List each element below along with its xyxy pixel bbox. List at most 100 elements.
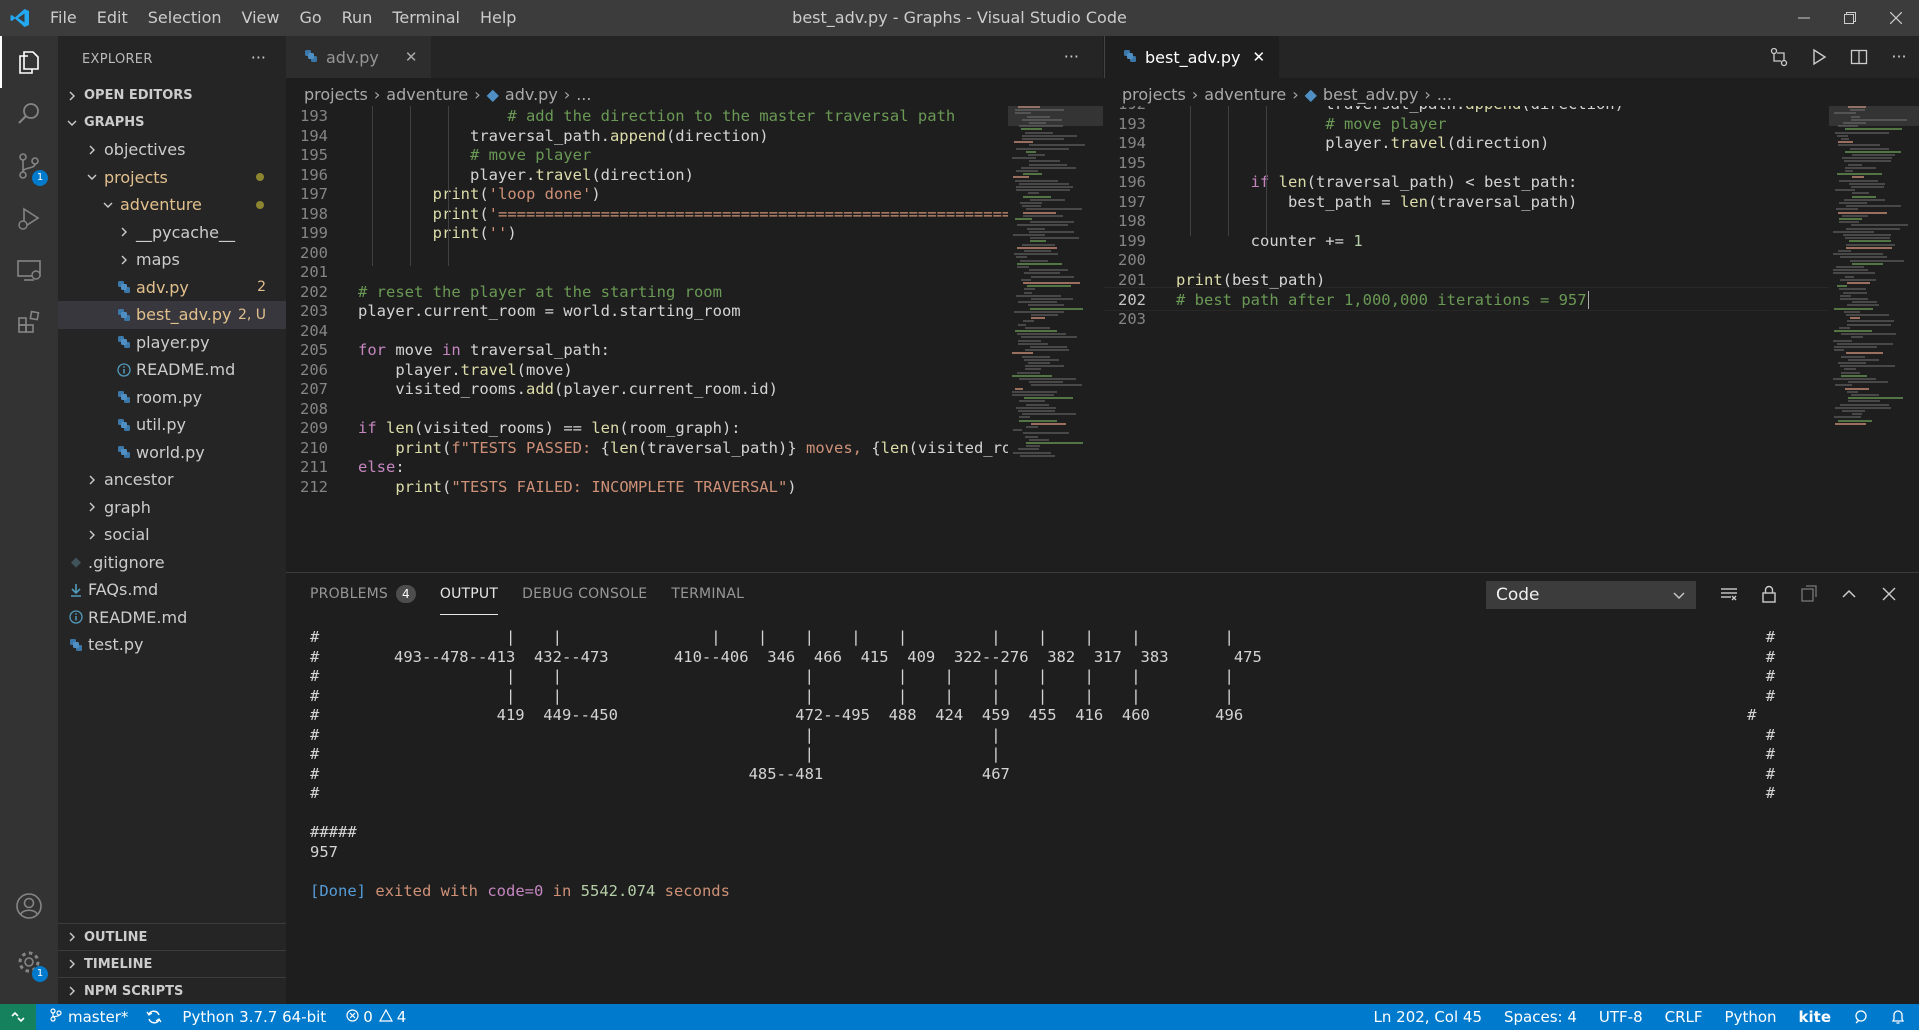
python-interpreter[interactable]: Python 3.7.7 64-bit bbox=[182, 1008, 326, 1026]
panel-tab-output[interactable]: OUTPUT bbox=[439, 573, 499, 615]
left-minimap[interactable] bbox=[1008, 106, 1103, 572]
menu-terminal[interactable]: Terminal bbox=[382, 0, 470, 36]
folder-item[interactable]: adventure bbox=[58, 191, 286, 219]
minimap-slider[interactable] bbox=[1008, 106, 1103, 126]
search-icon[interactable] bbox=[0, 88, 58, 140]
timeline-section[interactable]: TIMELINE bbox=[58, 950, 286, 977]
extensions-icon[interactable] bbox=[0, 296, 58, 348]
menu-run[interactable]: Run bbox=[332, 0, 383, 36]
line-ending[interactable]: CRLF bbox=[1665, 1008, 1703, 1026]
tab-adv-py[interactable]: adv.py ✕ bbox=[286, 36, 433, 78]
minimap-line bbox=[1017, 371, 1040, 374]
tab-best-adv-py[interactable]: best_adv.py ✕ bbox=[1105, 36, 1281, 78]
minimap-line bbox=[1016, 186, 1073, 188]
language-mode[interactable]: Python bbox=[1725, 1008, 1777, 1026]
sync-icon[interactable] bbox=[146, 1009, 162, 1025]
minimap-line bbox=[1841, 355, 1865, 358]
file-item[interactable]: test.py bbox=[58, 631, 286, 659]
file-item[interactable]: best_adv.py 2, U bbox=[58, 301, 286, 329]
menu-go[interactable]: Go bbox=[289, 0, 331, 36]
close-icon[interactable]: ✕ bbox=[1253, 48, 1266, 66]
close-panel-icon[interactable] bbox=[1869, 587, 1909, 601]
open-log-icon[interactable] bbox=[1789, 585, 1829, 603]
branch-indicator[interactable]: master* bbox=[50, 1008, 128, 1026]
split-editor-icon[interactable] bbox=[1839, 36, 1879, 78]
kite-status[interactable]: kite bbox=[1799, 1008, 1831, 1026]
more-actions-icon[interactable]: ··· bbox=[1064, 36, 1079, 78]
panel-tab-terminal[interactable]: TERMINAL bbox=[671, 573, 744, 615]
manage-gear-icon[interactable]: 1 bbox=[0, 936, 58, 988]
folder-item[interactable]: projects bbox=[58, 164, 286, 192]
remote-explorer-icon[interactable] bbox=[0, 244, 58, 296]
breadcrumb-item[interactable]: projects bbox=[304, 85, 368, 104]
file-item[interactable]: README.md bbox=[58, 604, 286, 632]
file-item[interactable]: ◆ .gitignore bbox=[58, 549, 286, 577]
folder-item[interactable]: ancestor bbox=[58, 466, 286, 494]
file-item[interactable]: util.py bbox=[58, 411, 286, 439]
notifications-bell-icon[interactable] bbox=[1891, 1009, 1905, 1025]
breadcrumb-item[interactable]: best_adv.py bbox=[1323, 85, 1419, 104]
file-item[interactable]: room.py bbox=[58, 384, 286, 412]
graphs-root-section[interactable]: GRAPHS bbox=[58, 109, 286, 136]
run-file-icon[interactable] bbox=[1799, 36, 1839, 78]
explorer-icon[interactable] bbox=[0, 36, 58, 88]
maximize-panel-icon[interactable] bbox=[1829, 586, 1869, 602]
folder-item[interactable]: maps bbox=[58, 246, 286, 274]
breadcrumb-item[interactable]: adv.py bbox=[505, 85, 558, 104]
problems-indicator[interactable]: 0 4 bbox=[346, 1008, 406, 1026]
open-editors-section[interactable]: OPEN EDITORS bbox=[58, 82, 286, 109]
compare-changes-icon[interactable] bbox=[1759, 36, 1799, 78]
indentation[interactable]: Spaces: 4 bbox=[1504, 1008, 1577, 1026]
encoding[interactable]: UTF-8 bbox=[1599, 1008, 1643, 1026]
cursor-position[interactable]: Ln 202, Col 45 bbox=[1374, 1008, 1482, 1026]
right-minimap[interactable] bbox=[1829, 106, 1919, 572]
file-item[interactable]: world.py bbox=[58, 439, 286, 467]
file-item[interactable]: adv.py 2 bbox=[58, 274, 286, 302]
close-window-button[interactable] bbox=[1873, 0, 1919, 36]
source-control-icon[interactable]: 1 bbox=[0, 140, 58, 192]
restore-button[interactable] bbox=[1827, 0, 1873, 36]
panel-tab-problems[interactable]: PROBLEMS 4 bbox=[310, 573, 416, 615]
panel-tab-debug-console[interactable]: DEBUG CONSOLE bbox=[522, 573, 647, 615]
menu-edit[interactable]: Edit bbox=[87, 0, 138, 36]
explorer-more-icon[interactable]: ··· bbox=[251, 48, 266, 67]
modified-dot-icon bbox=[256, 200, 264, 209]
more-actions-icon[interactable]: ··· bbox=[1879, 36, 1919, 78]
file-item[interactable]: player.py bbox=[58, 329, 286, 357]
folder-item[interactable]: social bbox=[58, 521, 286, 549]
code-token: print bbox=[432, 224, 480, 242]
menu-selection[interactable]: Selection bbox=[138, 0, 232, 36]
remote-icon[interactable] bbox=[0, 1004, 36, 1030]
breadcrumb-item[interactable]: ... bbox=[1437, 85, 1452, 104]
close-icon[interactable]: ✕ bbox=[405, 48, 418, 66]
folder-item[interactable]: objectives bbox=[58, 136, 286, 164]
file-item[interactable]: FAQs.md bbox=[58, 576, 286, 604]
right-code-editor[interactable]: 192 traversal_path.append(direction)193 … bbox=[1104, 106, 1829, 572]
minimap-line bbox=[1840, 365, 1895, 368]
lock-scroll-icon[interactable] bbox=[1749, 585, 1789, 603]
breadcrumb-item[interactable]: projects bbox=[1122, 85, 1186, 104]
minimize-button[interactable] bbox=[1781, 0, 1827, 36]
accounts-icon[interactable] bbox=[0, 880, 58, 932]
minimap-line bbox=[1012, 394, 1054, 396]
file-item[interactable]: README.md bbox=[58, 356, 286, 384]
breadcrumb-item[interactable]: adventure bbox=[1204, 85, 1286, 104]
outline-section[interactable]: OUTLINE bbox=[58, 923, 286, 950]
folder-item[interactable]: graph bbox=[58, 494, 286, 522]
breadcrumb-item[interactable]: ... bbox=[576, 85, 591, 104]
minimap-line bbox=[1022, 134, 1077, 137]
output-log[interactable]: # | | | | | | | | | | | | # # 493--478--4… bbox=[310, 625, 1900, 1005]
breadcrumb-item[interactable]: adventure bbox=[386, 85, 468, 104]
clear-output-icon[interactable] bbox=[1709, 586, 1749, 602]
run-debug-icon[interactable] bbox=[0, 192, 58, 244]
left-code-editor[interactable]: 193 # add the direction to the master tr… bbox=[286, 106, 1008, 572]
npm-scripts-section[interactable]: NPM SCRIPTS bbox=[58, 977, 286, 1004]
feedback-icon[interactable] bbox=[1853, 1009, 1869, 1025]
menu-help[interactable]: Help bbox=[470, 0, 526, 36]
minimap-slider[interactable] bbox=[1829, 106, 1919, 126]
menu-file[interactable]: File bbox=[40, 0, 87, 36]
output-channel-select[interactable]: Code bbox=[1486, 581, 1696, 609]
minimap-line bbox=[1023, 195, 1051, 198]
folder-item[interactable]: __pycache__ bbox=[58, 219, 286, 247]
menu-view[interactable]: View bbox=[232, 0, 290, 36]
